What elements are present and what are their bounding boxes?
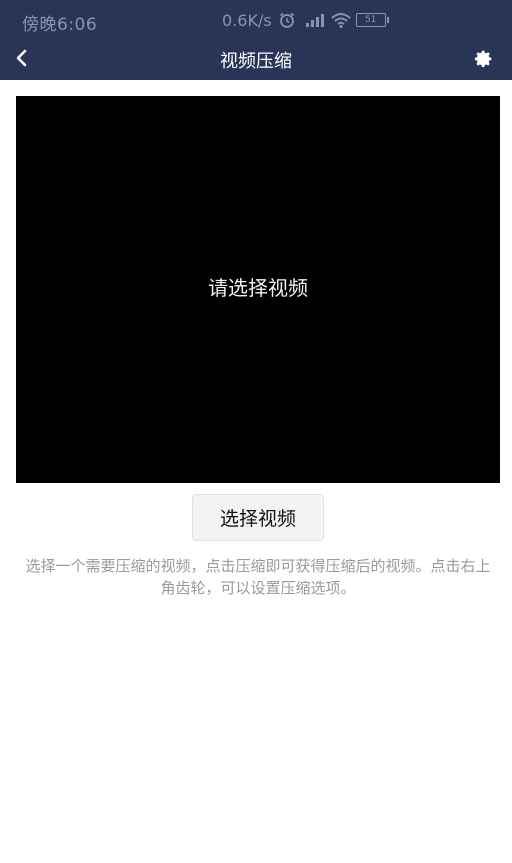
hint-text: 选择一个需要压缩的视频，点击压缩即可获得压缩后的视频。点击右上角齿轮，可以设置压… <box>25 557 491 597</box>
video-preview[interactable]: 请选择视频 <box>16 96 500 483</box>
gear-icon <box>470 46 494 74</box>
status-time: 傍晚6:06 <box>22 15 98 35</box>
page-title: 视频压缩 <box>220 51 292 72</box>
alarm-icon <box>278 11 298 29</box>
status-indicators: 0.6K/s 51 <box>222 10 389 30</box>
status-bar: 傍晚6:06 0.6K/s 51 <box>0 0 512 40</box>
battery-icon: 51 <box>355 13 389 27</box>
preview-placeholder: 请选择视频 <box>208 276 308 300</box>
settings-button[interactable] <box>466 44 498 76</box>
signal-icon <box>304 11 324 29</box>
screen: 傍晚6:06 0.6K/s 51 视频压缩 请选择视频 选择视频 选择一个需要压… <box>0 0 512 863</box>
wifi-icon <box>330 11 351 29</box>
network-speed: 0.6K/s <box>222 10 272 30</box>
app-bar: 视频压缩 <box>0 40 512 80</box>
battery-level: 51 <box>364 15 377 25</box>
select-video-button[interactable]: 选择视频 <box>192 494 324 541</box>
